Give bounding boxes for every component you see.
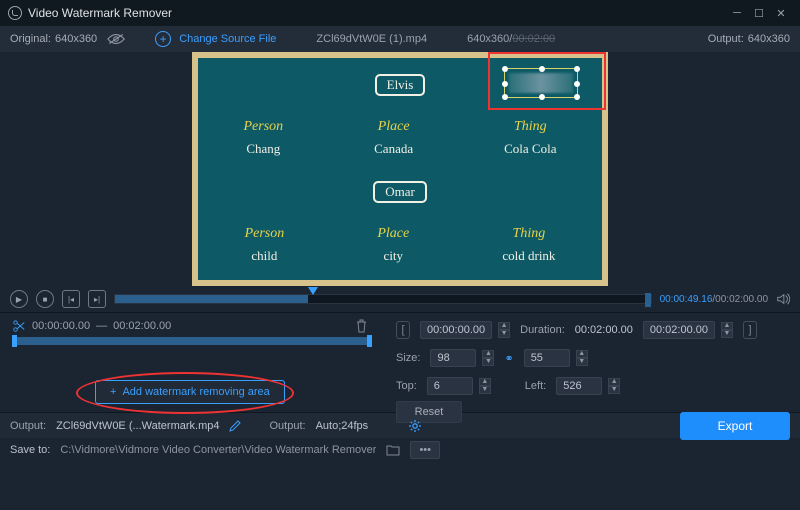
title-bar: Video Watermark Remover ─ ☐ ✕	[0, 0, 800, 26]
val-person-1: Chang	[246, 141, 280, 157]
hdr-person-2: Person	[245, 226, 285, 242]
top-spinner[interactable]: ▲▼	[479, 378, 491, 394]
val-thing-1: Cola Cola	[504, 141, 556, 157]
original-label: Original:	[10, 33, 51, 45]
volume-icon[interactable]	[776, 292, 790, 306]
val-place-2: city	[384, 248, 404, 264]
size-height-spinner[interactable]: ▲▼	[576, 350, 588, 366]
size-width-spinner[interactable]: ▲▼	[482, 350, 494, 366]
browse-button[interactable]: •••	[410, 441, 440, 459]
clip-end: 00:02:00.00	[113, 320, 171, 332]
name-box-1: Elvis	[375, 74, 426, 96]
play-button[interactable]: ▶	[10, 290, 28, 308]
stop-button[interactable]: ■	[36, 290, 54, 308]
save-path: C:\Vidmore\Vidmore Video Converter\Video…	[60, 444, 376, 456]
add-watermark-area-button[interactable]: + Add watermark removing area	[95, 380, 285, 404]
start-time-spinner[interactable]: ▲▼	[498, 322, 510, 338]
preview-area: Elvis Person Chang Place Canada Thing Cola …	[0, 52, 800, 286]
time-display: 00:00:49.16/00:02:00.00	[660, 294, 768, 305]
duration-value: 00:02:00.00	[575, 322, 633, 338]
next-frame-button[interactable]: ▸|	[88, 290, 106, 308]
val-place-1: Canada	[374, 141, 413, 157]
output-file-label: Output:	[10, 420, 46, 432]
export-button[interactable]: Export	[680, 412, 790, 440]
seek-fill	[115, 295, 308, 303]
left-input[interactable]: 526	[556, 377, 602, 395]
clip-dash: —	[96, 320, 107, 332]
end-time-input[interactable]: 00:02:00.00	[643, 321, 715, 339]
edit-filename-icon[interactable]	[229, 420, 241, 432]
dims-orig: 640x360	[467, 33, 509, 45]
size-height-input[interactable]: 55	[524, 349, 570, 367]
size-label: Size:	[396, 352, 420, 364]
seek-track[interactable]	[114, 294, 652, 304]
time-total: 00:02:00.00	[715, 294, 768, 305]
output-fmt-label: Output:	[269, 420, 305, 432]
seek-end-marker[interactable]	[645, 293, 651, 307]
settings-gear-icon[interactable]	[408, 419, 422, 433]
reset-button[interactable]: Reset	[396, 401, 462, 423]
video-preview[interactable]: Elvis Person Chang Place Canada Thing Cola …	[192, 52, 608, 286]
add-watermark-area-label: Add watermark removing area	[122, 386, 269, 398]
clip-range-bar[interactable]	[12, 337, 372, 345]
annotation-rect	[488, 52, 606, 110]
val-person-2: child	[251, 248, 277, 264]
aspect-lock-icon[interactable]: ⚭	[504, 352, 513, 365]
export-label: Export	[718, 419, 753, 433]
maximize-button[interactable]: ☐	[748, 2, 770, 24]
row1: Person Chang Place Canada Thing Cola Cola	[198, 119, 602, 157]
app-title: Video Watermark Remover	[28, 6, 172, 20]
plus-icon: +	[110, 386, 116, 398]
duration-label: Duration:	[520, 324, 565, 336]
plus-circle-icon: +	[155, 31, 171, 47]
hdr-place-2: Place	[377, 226, 409, 242]
change-source-button[interactable]: + Change Source File	[155, 31, 276, 47]
preview-toggle-icon[interactable]	[107, 33, 125, 45]
info-bar: Original: 640x360 + Change Source File Z…	[0, 26, 800, 52]
change-source-label: Change Source File	[179, 33, 276, 45]
save-label: Save to:	[10, 444, 50, 456]
top-label: Top:	[396, 380, 417, 392]
app-logo-icon	[8, 6, 22, 20]
close-button[interactable]: ✕	[770, 2, 792, 24]
output-format-value: Auto;24fps	[316, 420, 369, 432]
output-label: Output:	[708, 33, 744, 45]
open-folder-icon[interactable]	[386, 444, 400, 456]
left-spinner[interactable]: ▲▼	[608, 378, 620, 394]
time-current: 00:00:49.16	[660, 294, 713, 305]
source-dims: 640x360/00:02:00	[467, 33, 555, 45]
start-time-input[interactable]: 00:00:00.00	[420, 321, 492, 339]
output-dims: 640x360	[748, 33, 790, 45]
hdr-person-1: Person	[243, 119, 283, 135]
left-label: Left:	[525, 380, 546, 392]
dims-strike: 00:02:00	[512, 33, 555, 45]
clip-panel: 00:00:00.00 — 00:02:00.00 + Add watermar…	[0, 313, 380, 412]
source-filename: ZCl69dVtW0E (1).mp4	[316, 33, 427, 45]
name-box-2: Omar	[373, 181, 427, 203]
prev-frame-button[interactable]: |◂	[62, 290, 80, 308]
minimize-button[interactable]: ─	[726, 2, 748, 24]
top-input[interactable]: 6	[427, 377, 473, 395]
hdr-place-1: Place	[378, 119, 410, 135]
row2: Person child Place city Thing cold drink	[198, 226, 602, 264]
output-filename: ZCl69dVtW0E (...Watermark.mp4	[56, 420, 219, 432]
settings-panel: 00:00:00.00 — 00:02:00.00 + Add watermar…	[0, 312, 800, 412]
size-width-input[interactable]: 98	[430, 349, 476, 367]
bracket-end-icon[interactable]: ]	[743, 321, 757, 339]
playback-bar: ▶ ■ |◂ ▸| 00:00:49.16/00:02:00.00	[0, 286, 800, 312]
save-row: Save to: C:\Vidmore\Vidmore Video Conver…	[0, 438, 800, 462]
bracket-start-icon[interactable]: [	[396, 321, 410, 339]
end-time-spinner[interactable]: ▲▼	[721, 322, 733, 338]
scissor-icon	[12, 319, 26, 333]
original-dims: 640x360	[55, 33, 97, 45]
clip-start: 00:00:00.00	[32, 320, 90, 332]
hdr-thing-1: Thing	[514, 119, 547, 135]
seek-knob[interactable]	[308, 287, 318, 295]
delete-clip-icon[interactable]	[355, 319, 368, 333]
hdr-thing-2: Thing	[513, 226, 546, 242]
val-thing-2: cold drink	[502, 248, 555, 264]
params-panel: [ 00:00:00.00 ▲▼ Duration: 00:02:00.00 00…	[380, 313, 800, 412]
